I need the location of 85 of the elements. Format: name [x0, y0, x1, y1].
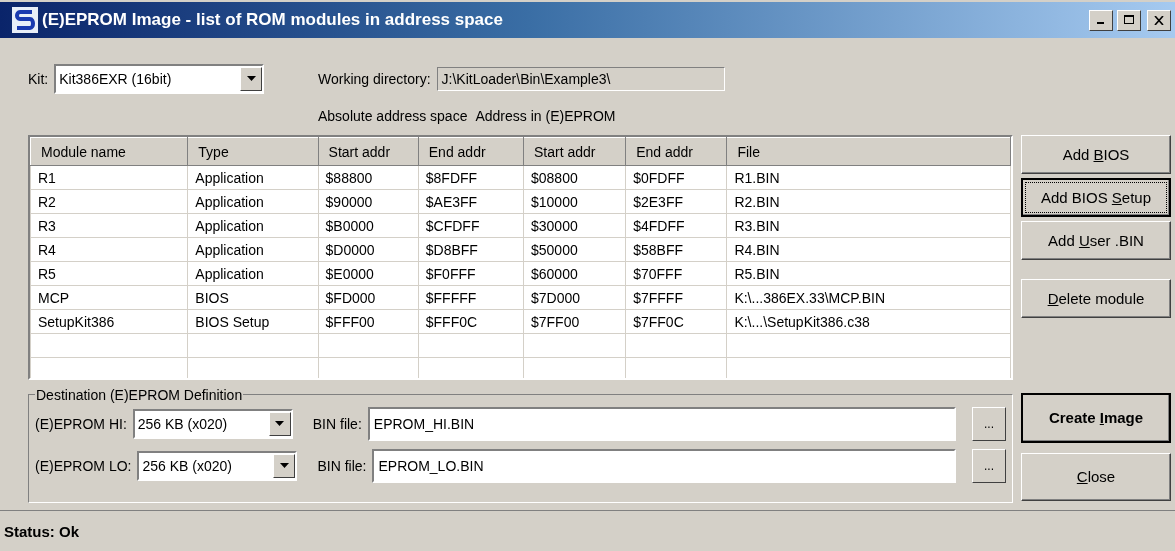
table-cell: Application [187, 261, 319, 286]
table-cell: $D8BFF [418, 237, 524, 262]
size-dropdown[interactable]: 256 KB (x020) [132, 408, 293, 439]
eprom-label: (E)EPROM HI: [35, 415, 127, 432]
table-cell: $2E3FF [625, 189, 727, 214]
table-cell: R5 [30, 261, 188, 286]
browse-button[interactable]: ... [972, 406, 1006, 441]
table-cell: $D0000 [318, 237, 419, 262]
table-cell: R2.BIN [726, 189, 1011, 214]
table-cell: R1 [30, 165, 188, 190]
eprom-label: (E)EPROM LO: [35, 457, 132, 474]
column-header[interactable]: Module name [30, 137, 188, 166]
column-header[interactable]: End addr [418, 137, 524, 166]
table-cell: SetupKit386 [30, 309, 188, 334]
table-cell: R2 [30, 189, 188, 214]
bin-file-field[interactable]: EPROM_LO.BIN [372, 448, 956, 483]
table-cell: $B0000 [318, 213, 419, 238]
table-cell: $FD000 [318, 285, 419, 310]
table-cell: Application [187, 237, 319, 262]
table-cell: $AE3FF [418, 189, 524, 214]
table-cell: BIOS Setup [187, 309, 319, 334]
table-cell: $CFDFF [418, 213, 524, 238]
table-cell: R4 [30, 237, 188, 262]
table-cell: Application [187, 213, 319, 238]
table-cell: $4FDFF [625, 213, 727, 238]
column-header[interactable]: Type [187, 137, 319, 166]
working-directory-label: Working directory: [318, 70, 431, 87]
maximize-icon[interactable] [1117, 9, 1141, 31]
table-cell: $30000 [523, 213, 626, 238]
table-cell: $90000 [318, 189, 419, 214]
side-button[interactable]: Delete module [1021, 279, 1171, 319]
table-cell: MCP [30, 285, 188, 310]
table-cell: $70FFF [625, 261, 727, 286]
column-header[interactable]: Start addr [523, 137, 626, 166]
table-cell: $7FFFF [625, 285, 727, 310]
table-cell: K:\...386EX.33\MCP.BIN [726, 285, 1011, 310]
table-cell: R3.BIN [726, 213, 1011, 238]
table-cell: $50000 [523, 237, 626, 262]
kit-label: Kit: [28, 70, 49, 87]
bin-file-label: BIN file: [317, 457, 367, 474]
table-cell: $10000 [523, 189, 626, 214]
table-cell: Application [187, 165, 319, 190]
table-cell: $FFF0C [418, 309, 524, 334]
table-cell: R4.BIN [726, 237, 1011, 262]
table-cell: $7D000 [523, 285, 626, 310]
window-title: (E)EPROM Image - list of ROM modules in address space [42, 10, 504, 30]
table-cell: $0FDFF [625, 165, 727, 190]
table-cell: $E0000 [318, 261, 419, 286]
size-dropdown[interactable]: 256 KB (x020) [137, 450, 298, 481]
action-button[interactable]: Create Image [1021, 392, 1171, 443]
table-cell: Application [187, 189, 319, 214]
table-cell: $60000 [523, 261, 626, 286]
browse-button[interactable]: ... [972, 448, 1006, 483]
action-button[interactable]: Close [1021, 452, 1171, 501]
table-cell: R3 [30, 213, 188, 238]
table-cell: $FFF00 [318, 309, 419, 334]
status-text: Status: Ok [4, 522, 79, 540]
table-cell: K:\...\SetupKit386.c38 [726, 309, 1011, 334]
table-cell: R1.BIN [726, 165, 1011, 190]
table-cell: $08800 [523, 165, 626, 190]
minimize-icon[interactable] [1089, 9, 1113, 31]
table-cell: $7FF00 [523, 309, 626, 334]
table-cell: BIOS [187, 285, 319, 310]
side-button[interactable]: Add BIOS Setup [1021, 178, 1171, 218]
table-cell: $8FDFF [418, 165, 524, 190]
table-cell: $7FF0C [625, 309, 727, 334]
app-logo-icon [12, 7, 38, 33]
group-legend: Destination (E)EPROM Definition [35, 386, 244, 403]
table-cell: $88800 [318, 165, 419, 190]
bin-file-label: BIN file: [312, 415, 362, 432]
kit-dropdown[interactable]: Kit386EXR (16bit) [54, 63, 265, 94]
close-icon[interactable] [1147, 9, 1171, 31]
table-cell: $F0FFF [418, 261, 524, 286]
side-button[interactable]: Add BIOS [1021, 135, 1171, 175]
side-button[interactable]: Add User .BIN [1021, 221, 1171, 261]
table-cell: $58BFF [625, 237, 727, 262]
working-directory-field: J:\KitLoader\Bin\Example3\ [436, 66, 725, 91]
column-group-label: Address in (E)EPROM [475, 108, 616, 126]
column-header[interactable]: End addr [625, 137, 727, 166]
column-header[interactable]: Start addr [318, 137, 419, 166]
table-cell: $FFFFF [418, 285, 524, 310]
table-cell: R5.BIN [726, 261, 1011, 286]
bin-file-field[interactable]: EPROM_HI.BIN [367, 406, 956, 441]
column-header[interactable]: File [726, 137, 1011, 166]
column-group-label: Absolute address space [318, 108, 468, 126]
